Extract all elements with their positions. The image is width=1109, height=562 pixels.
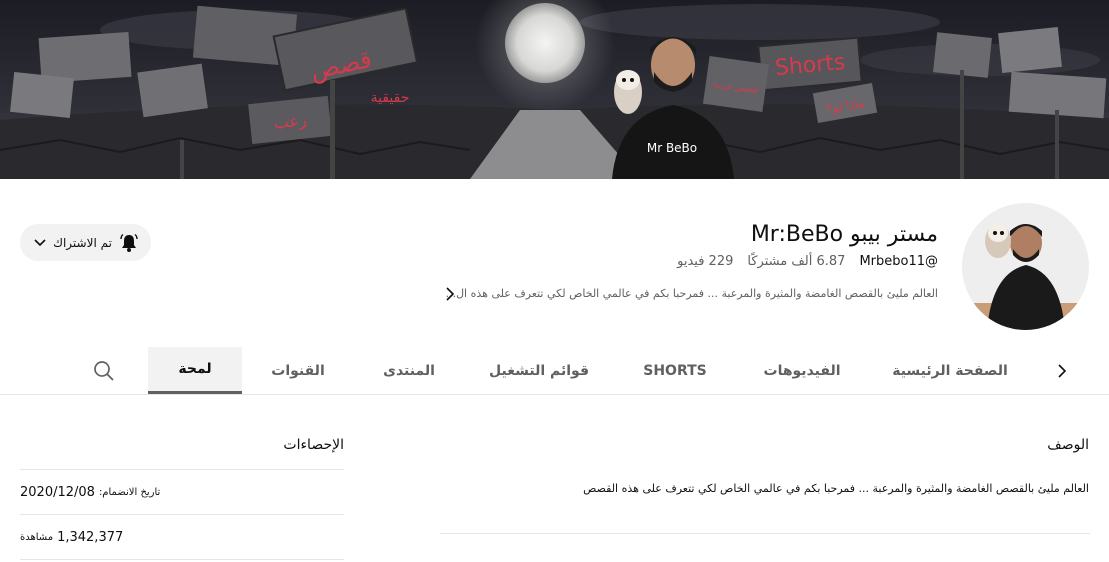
channel-handle: @Mrbebo11	[859, 254, 938, 269]
channel-avatar[interactable]	[962, 203, 1089, 330]
views-number: 1,342,377	[57, 529, 124, 545]
description-text: العالم مليئ بالقصص الغامضة والمثيرة والم…	[583, 482, 1089, 495]
stat-joined: تاريخ الانضمام: 2020/12/08	[20, 469, 344, 514]
banner-shirt-text: Mr BeBo	[647, 141, 697, 155]
chevron-left-icon	[1058, 364, 1067, 378]
channel-meta: @Mrbebo11 6.87 ألف مشتركًا 229 فيديو	[677, 254, 938, 269]
tab-about[interactable]: لمحة	[148, 347, 242, 394]
subscribe-button[interactable]: تم الاشتراك	[20, 224, 151, 261]
channel-page: قصص رعب حقيقية Shorts قصص غريبة ماذا لو؟…	[0, 0, 1109, 562]
description-divider	[440, 533, 1090, 534]
description-more-button[interactable]	[440, 284, 460, 304]
stats-title: الإحصاءات	[283, 437, 344, 453]
tab-playlists[interactable]: قوائم التشغيل	[482, 347, 596, 394]
subscribe-label: تم الاشتراك	[53, 235, 112, 250]
channel-search-button[interactable]	[92, 359, 116, 383]
chevron-down-icon	[34, 238, 46, 246]
joined-date: 2020/12/08	[20, 484, 95, 500]
tabs-scroll-button[interactable]	[1050, 359, 1074, 383]
channel-name: مستر بيبو Mr:BeBo	[750, 222, 938, 247]
stats-divider	[20, 559, 344, 560]
tab-shorts[interactable]: SHORTS	[635, 347, 715, 394]
subscriber-count: 6.87 ألف مشتركًا	[747, 254, 846, 269]
chevron-right-icon	[446, 287, 455, 301]
channel-banner: قصص رعب حقيقية Shorts قصص غريبة ماذا لو؟…	[0, 0, 1109, 179]
tab-videos[interactable]: الفيديوهات	[752, 347, 852, 394]
description-title: الوصف	[1047, 437, 1089, 453]
bell-icon	[120, 233, 138, 252]
views-label: مشاهدة	[20, 531, 54, 543]
banner-sign-real: حقيقية	[371, 90, 410, 106]
tab-channels[interactable]: القنوات	[262, 347, 334, 394]
search-icon	[94, 361, 114, 381]
video-count: 229 فيديو	[677, 254, 734, 269]
channel-tabs: الصفحة الرئيسية الفيديوهات SHORTS قوائم …	[0, 347, 1109, 395]
channel-description[interactable]: العالم مليئ بالقصص الغامضة والمثيرة والم…	[446, 287, 938, 300]
stat-views: 1,342,377 مشاهدة	[20, 514, 344, 559]
avatar-illustration	[962, 203, 1089, 330]
tab-home[interactable]: الصفحة الرئيسية	[888, 347, 1012, 394]
tab-community[interactable]: المنتدى	[370, 347, 448, 394]
joined-label: تاريخ الانضمام:	[98, 486, 161, 498]
banner-illustration: قصص رعب حقيقية Shorts قصص غريبة ماذا لو؟…	[0, 0, 1109, 179]
